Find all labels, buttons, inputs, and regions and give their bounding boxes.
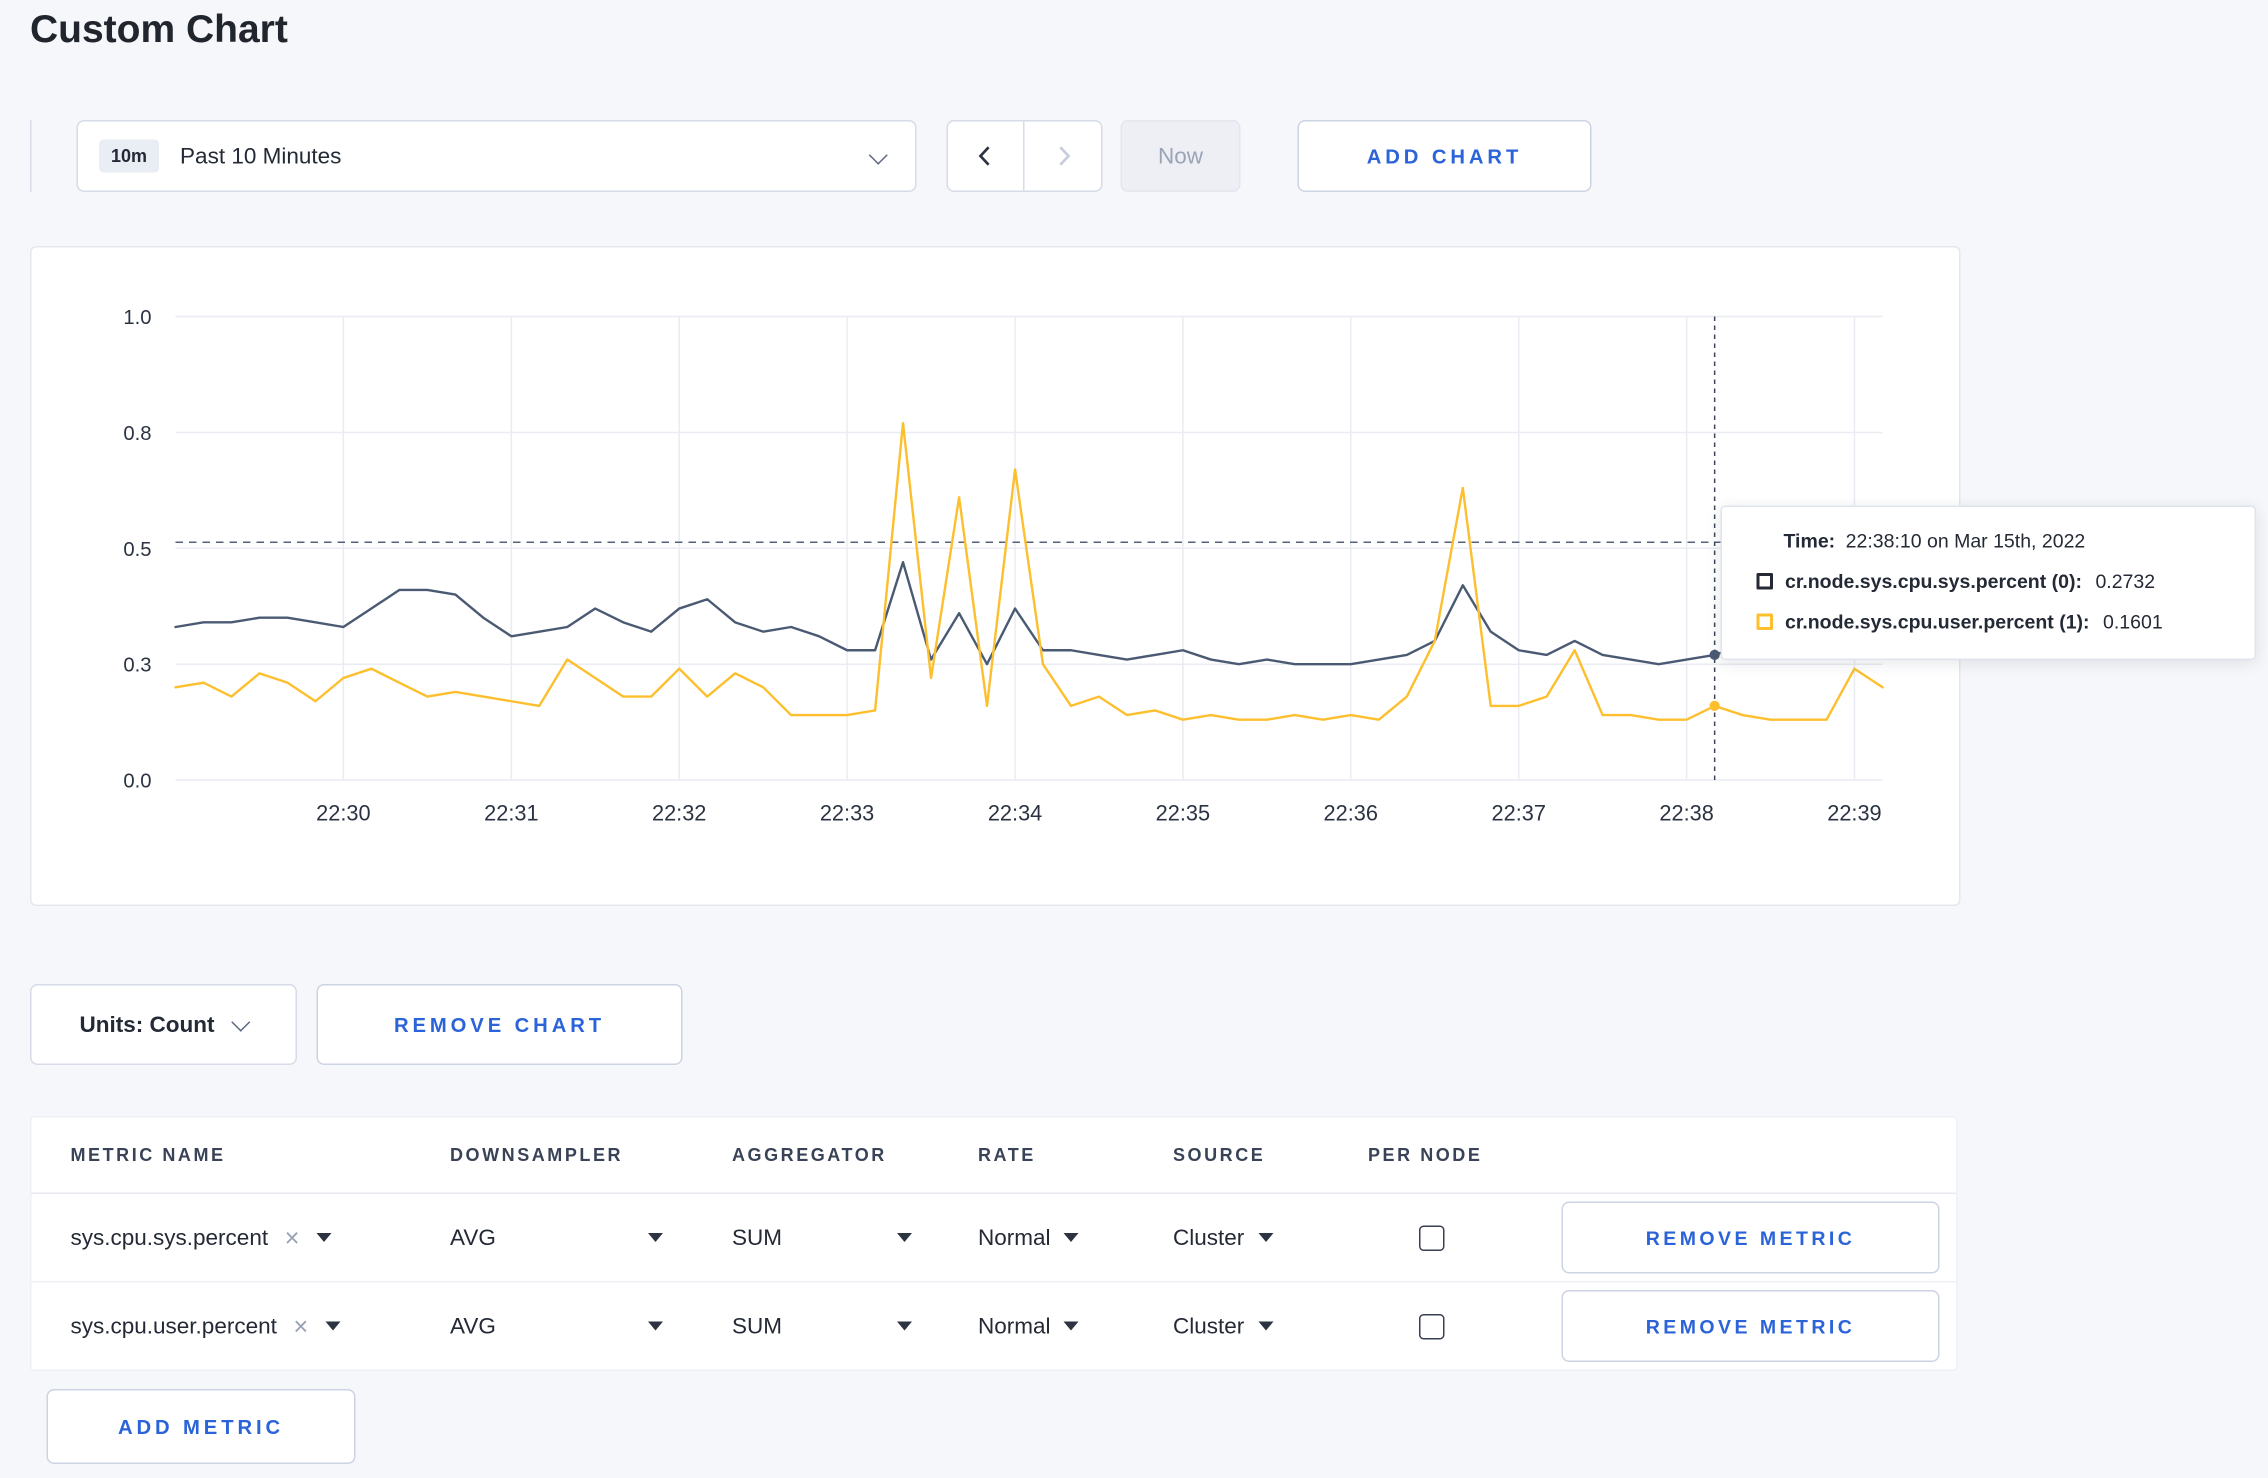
caret-down-icon (897, 1233, 912, 1242)
downsampler-select[interactable]: AVG (450, 1283, 663, 1370)
metrics-table: METRIC NAME DOWNSAMPLER AGGREGATOR RATE … (30, 1116, 1958, 1371)
metric-row: sys.cpu.user.percent × AVG SUM Normal Cl… (32, 1283, 1957, 1370)
clear-metric-icon[interactable]: × (293, 1313, 308, 1339)
svg-text:0.3: 0.3 (123, 655, 151, 677)
chart-tooltip: Time: 22:38:10 on Mar 15th, 2022 cr.node.… (1720, 505, 2256, 660)
series-label: cr.node.sys.cpu.sys.percent (0): (1785, 570, 2082, 593)
svg-text:22:38: 22:38 (1659, 801, 1713, 826)
prev-time-button[interactable] (946, 120, 1025, 192)
per-node-checkbox[interactable] (1419, 1313, 1445, 1339)
svg-text:0.8: 0.8 (123, 423, 151, 445)
caret-down-icon[interactable] (315, 1233, 331, 1242)
custom-chart-page: Custom Chart 10m Past 10 Minutes Now ADD… (0, 0, 2268, 1478)
series-value: 0.1601 (2103, 610, 2163, 634)
source-value: Cluster (1173, 1313, 1245, 1339)
per-node-checkbox[interactable] (1419, 1224, 1445, 1251)
rate-value: Normal (978, 1224, 1051, 1251)
caret-down-icon (1257, 1233, 1273, 1242)
metric-row: sys.cpu.sys.percent × AVG SUM Normal Clu… (31, 1194, 1956, 1283)
per-node-cell (1419, 1194, 1445, 1281)
metric-name-select[interactable]: sys.cpu.user.percent × (71, 1283, 340, 1370)
header-aggregator: AGGREGATOR (732, 1144, 887, 1166)
aggregator-value: SUM (732, 1313, 783, 1339)
svg-text:22:30: 22:30 (316, 801, 370, 826)
series-legend-swatch-icon (1756, 613, 1773, 630)
source-value: Cluster (1173, 1224, 1245, 1251)
caret-down-icon (1257, 1321, 1273, 1331)
rate-select[interactable]: Normal (978, 1283, 1080, 1370)
aggregator-value: SUM (732, 1224, 783, 1251)
metric-name-label: sys.cpu.user.percent (70, 1313, 277, 1339)
toolbar-divider (30, 120, 32, 192)
header-per-node: PER NODE (1368, 1144, 1483, 1166)
rate-value: Normal (978, 1313, 1051, 1339)
chart-options-row: Units: Count REMOVE CHART (30, 984, 683, 1065)
chevron-right-icon (1058, 146, 1070, 166)
line-chart[interactable]: 1.0 0.8 0.5 0.3 0.0 22:30 22:31 22:32 22:33 22:34… (32, 248, 1960, 905)
time-range-dropdown[interactable]: 10m Past 10 Minutes (76, 120, 917, 192)
metric-name-select[interactable]: sys.cpu.sys.percent × (71, 1194, 331, 1281)
svg-text:22:34: 22:34 (988, 801, 1042, 826)
header-downsampler: DOWNSAMPLER (450, 1144, 624, 1166)
toolbar: 10m Past 10 Minutes Now ADD CHART (30, 120, 1592, 192)
svg-text:22:31: 22:31 (484, 801, 538, 826)
add-metric-button[interactable]: ADD METRIC (46, 1389, 356, 1464)
rate-select[interactable]: Normal (978, 1194, 1080, 1281)
source-select[interactable]: Cluster (1173, 1194, 1273, 1281)
series-value: 0.2732 (2095, 570, 2156, 593)
downsampler-value: AVG (450, 1313, 496, 1339)
remove-metric-button[interactable]: REMOVE METRIC (1561, 1290, 1940, 1362)
screen: Custom Chart 10m Past 10 Minutes Now ADD… (0, 0, 2268, 1478)
remove-metric-button[interactable]: REMOVE METRIC (1561, 1201, 1940, 1274)
caret-down-icon[interactable] (324, 1321, 340, 1331)
series-label: cr.node.sys.cpu.user.percent (1): (1785, 610, 2090, 634)
svg-text:0.0: 0.0 (123, 771, 151, 793)
remove-chart-button[interactable]: REMOVE CHART (316, 984, 683, 1065)
time-range-badge: 10m (99, 139, 160, 173)
units-dropdown[interactable]: Units: Count (30, 984, 297, 1065)
tooltip-series-row: cr.node.sys.cpu.user.percent (1): 0.1601 (1756, 610, 2231, 634)
aggregator-select[interactable]: SUM (732, 1283, 912, 1370)
tooltip-time-value: 22:38:10 on Mar 15th, 2022 (1845, 529, 2086, 553)
per-node-cell (1419, 1283, 1445, 1370)
svg-text:22:37: 22:37 (1492, 801, 1546, 826)
chart-panel: 1.0 0.8 0.5 0.3 0.0 22:30 22:31 22:32 22:33 22:34… (30, 246, 1961, 906)
metric-name-label: sys.cpu.sys.percent (70, 1224, 269, 1251)
aggregator-select[interactable]: SUM (732, 1194, 912, 1281)
svg-text:22:39: 22:39 (1827, 801, 1881, 826)
chevron-down-icon (231, 1011, 251, 1032)
chevron-left-icon (978, 146, 990, 166)
svg-text:1.0: 1.0 (123, 307, 151, 329)
header-rate: RATE (978, 1144, 1036, 1166)
chevron-down-icon (868, 143, 888, 170)
tooltip-time: Time: 22:38:10 on Mar 15th, 2022 (1757, 530, 2231, 553)
caret-down-icon (1064, 1233, 1080, 1242)
units-label: Units: Count (79, 1011, 215, 1038)
header-metric-name: METRIC NAME (70, 1144, 226, 1166)
time-step-group (946, 120, 1103, 192)
tooltip-series-row: cr.node.sys.cpu.sys.percent (0): 0.2732 (1756, 570, 2231, 593)
series-legend-swatch-icon (1756, 573, 1773, 590)
add-chart-button[interactable]: ADD CHART (1297, 120, 1592, 192)
source-select[interactable]: Cluster (1173, 1283, 1273, 1370)
svg-text:22:33: 22:33 (820, 801, 874, 826)
tooltip-time-label: Time: (1783, 529, 1836, 553)
now-button[interactable]: Now (1120, 120, 1241, 192)
time-range-label: Past 10 Minutes (180, 143, 342, 169)
svg-text:22:35: 22:35 (1156, 801, 1210, 826)
caret-down-icon (648, 1321, 663, 1331)
caret-down-icon (648, 1233, 663, 1242)
svg-text:0.5: 0.5 (123, 539, 151, 561)
downsampler-select[interactable]: AVG (450, 1194, 663, 1281)
caret-down-icon (897, 1321, 912, 1331)
metrics-table-header: METRIC NAME DOWNSAMPLER AGGREGATOR RATE … (31, 1118, 1956, 1194)
downsampler-value: AVG (450, 1224, 496, 1251)
next-time-button[interactable] (1024, 120, 1103, 192)
page-title: Custom Chart (30, 6, 288, 51)
caret-down-icon (1064, 1321, 1080, 1331)
clear-metric-icon[interactable]: × (285, 1225, 300, 1251)
svg-text:22:36: 22:36 (1324, 801, 1378, 826)
svg-text:22:32: 22:32 (652, 801, 706, 826)
header-source: SOURCE (1173, 1144, 1266, 1166)
